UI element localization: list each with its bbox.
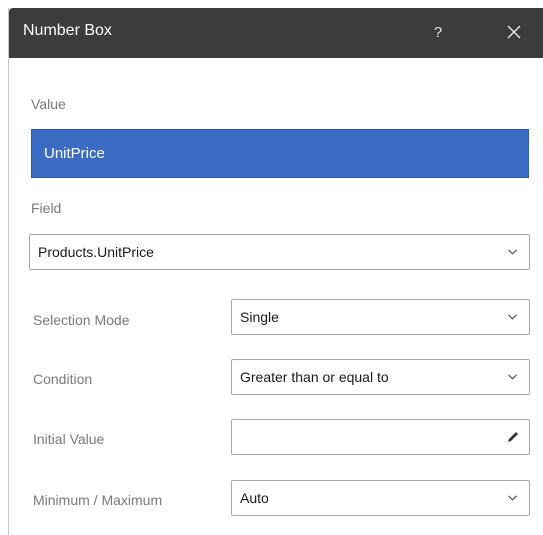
chevron-down-icon — [508, 374, 517, 380]
value-label: Value — [31, 96, 66, 112]
min-max-label: Minimum / Maximum — [33, 492, 163, 508]
condition-value: Greater than or equal to — [240, 369, 389, 385]
selection-mode-value: Single — [240, 309, 279, 325]
selection-mode-dropdown[interactable]: Single — [231, 299, 530, 335]
field-dropdown[interactable]: Products.UnitPrice — [29, 234, 530, 270]
condition-dropdown[interactable]: Greater than or equal to — [231, 359, 530, 395]
field-dropdown-value: Products.UnitPrice — [38, 244, 154, 260]
value-selected-item[interactable]: UnitPrice — [31, 129, 529, 178]
close-button[interactable] — [497, 16, 531, 50]
help-button[interactable]: ? — [421, 16, 455, 50]
min-max-value: Auto — [240, 490, 269, 506]
chevron-down-icon — [508, 314, 517, 320]
min-max-dropdown[interactable]: Auto — [231, 480, 530, 516]
close-icon — [507, 25, 521, 39]
number-box-dialog: Number Box ? Value UnitPrice Field Produ… — [8, 8, 543, 535]
initial-value-input[interactable] — [231, 419, 530, 455]
chevron-down-icon — [508, 249, 517, 255]
pencil-icon[interactable] — [506, 430, 520, 444]
condition-label: Condition — [33, 371, 93, 387]
initial-value-label: Initial Value — [33, 431, 105, 447]
dialog-titlebar: Number Box ? — [9, 8, 543, 58]
field-label: Field — [31, 200, 62, 216]
chevron-down-icon — [508, 495, 517, 501]
selection-mode-label: Selection Mode — [33, 312, 130, 328]
dialog-title: Number Box — [23, 22, 112, 39]
